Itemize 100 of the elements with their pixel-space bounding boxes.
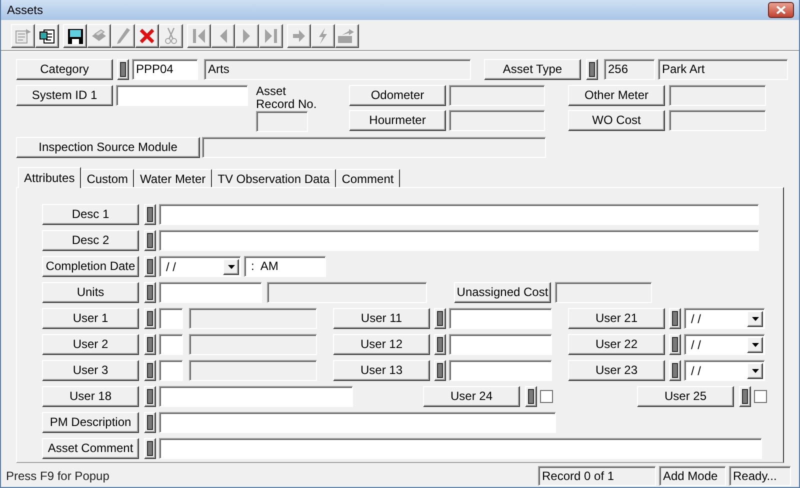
field-button[interactable]: User 13 <box>333 360 430 381</box>
field-button[interactable]: User 11 <box>333 308 430 329</box>
lookup-indicator[interactable] <box>525 386 537 407</box>
lookup-indicator[interactable] <box>144 230 156 251</box>
lookup-indicator[interactable] <box>144 438 156 459</box>
field-button[interactable]: Hourmeter <box>349 110 446 131</box>
input-field[interactable] <box>159 438 762 459</box>
time-field[interactable]: : AM <box>244 256 326 277</box>
field-button[interactable]: Inspection Source Module <box>16 137 200 158</box>
input-field[interactable] <box>159 282 262 303</box>
lookup-indicator[interactable] <box>434 334 446 355</box>
lookup-indicator[interactable] <box>144 386 156 407</box>
lookup-indicator[interactable] <box>117 59 129 80</box>
field-button[interactable]: Unassigned Cost <box>454 282 551 303</box>
close-button[interactable] <box>768 2 794 18</box>
input-field[interactable] <box>449 334 552 355</box>
field-button[interactable]: Asset Type <box>484 59 581 80</box>
tab[interactable]: Attributes <box>18 167 81 188</box>
toolbar-button[interactable] <box>35 24 59 48</box>
input-field[interactable] <box>159 360 183 381</box>
readonly-field[interactable]: Arts <box>204 59 471 80</box>
field-button[interactable]: Desc 2 <box>42 230 139 251</box>
date-dropdown[interactable]: / / <box>684 308 765 329</box>
field-button[interactable]: User 3 <box>42 360 139 381</box>
readonly-field[interactable] <box>202 137 546 158</box>
field-button[interactable]: User 22 <box>568 334 665 355</box>
field-button[interactable]: PM Description <box>42 412 139 433</box>
field-button[interactable]: User 18 <box>42 386 139 407</box>
next-record-icon <box>242 28 252 44</box>
input-field[interactable] <box>159 386 353 407</box>
tab[interactable]: Comment <box>336 169 400 187</box>
scissors-icon <box>164 27 178 45</box>
lookup-indicator[interactable] <box>144 334 156 355</box>
dropdown-arrow-icon <box>752 316 758 320</box>
input-field[interactable] <box>116 85 248 106</box>
tab[interactable]: Water Meter <box>134 169 212 187</box>
input-field[interactable] <box>449 308 552 329</box>
readonly-field[interactable]: 256 <box>604 59 655 80</box>
field-button[interactable]: Units <box>42 282 139 303</box>
field-button[interactable]: Asset Comment <box>42 438 139 459</box>
input-field[interactable] <box>159 230 759 251</box>
lookup-indicator[interactable] <box>669 308 681 329</box>
readonly-field[interactable] <box>189 308 317 329</box>
field-button[interactable]: User 24 <box>423 386 520 407</box>
readonly-field[interactable] <box>449 110 545 131</box>
lookup-indicator[interactable] <box>669 334 681 355</box>
readonly-field[interactable] <box>256 111 308 132</box>
readonly-field[interactable]: Park Art <box>658 59 788 80</box>
input-field[interactable] <box>159 412 556 433</box>
input-field[interactable] <box>159 334 183 355</box>
status-record: Record 0 of 1 <box>538 466 656 486</box>
lookup-indicator[interactable] <box>669 360 681 381</box>
dropdown-arrow-icon <box>752 368 758 372</box>
lookup-indicator[interactable] <box>144 282 156 303</box>
field-label: Asset Record No. <box>256 85 318 111</box>
readonly-field[interactable] <box>669 110 766 131</box>
tab[interactable]: Custom <box>80 169 134 187</box>
document-icon <box>14 28 32 44</box>
input-field[interactable] <box>159 204 759 225</box>
field-button[interactable]: User 25 <box>637 386 734 407</box>
readonly-field[interactable] <box>669 85 766 106</box>
readonly-field[interactable] <box>189 360 317 381</box>
toolbar-button[interactable] <box>63 24 87 48</box>
field-button[interactable]: Category <box>16 59 113 80</box>
readonly-field[interactable] <box>267 282 427 303</box>
lookup-indicator[interactable] <box>144 256 156 277</box>
field-button[interactable]: User 21 <box>568 308 665 329</box>
field-button[interactable]: User 12 <box>333 334 430 355</box>
field-button[interactable]: System ID 1 <box>16 85 113 106</box>
field-button[interactable]: User 2 <box>42 334 139 355</box>
field-button[interactable]: User 1 <box>42 308 139 329</box>
lookup-indicator[interactable] <box>144 204 156 225</box>
readonly-field[interactable] <box>189 334 317 355</box>
field-button[interactable]: User 23 <box>568 360 665 381</box>
readonly-field[interactable] <box>449 85 545 106</box>
input-field[interactable] <box>449 360 552 381</box>
readonly-field[interactable] <box>555 282 652 303</box>
date-dropdown[interactable]: / / <box>684 334 765 355</box>
input-field[interactable] <box>159 308 183 329</box>
lookup-indicator[interactable] <box>434 360 446 381</box>
field-button[interactable]: Odometer <box>349 85 446 106</box>
field-button[interactable]: WO Cost <box>568 110 665 131</box>
field-button[interactable]: Other Meter <box>568 85 665 106</box>
input-field[interactable]: PPP04 <box>132 59 198 80</box>
lookup-indicator[interactable] <box>144 360 156 381</box>
field-button[interactable]: Desc 1 <box>42 204 139 225</box>
status-mode: Add Mode <box>659 466 726 486</box>
lookup-indicator[interactable] <box>739 386 751 407</box>
tab[interactable]: TV Observation Data <box>212 169 336 187</box>
date-dropdown[interactable]: / / <box>159 256 241 277</box>
lookup-indicator[interactable] <box>586 59 598 80</box>
lookup-indicator[interactable] <box>144 308 156 329</box>
lookup-indicator[interactable] <box>144 412 156 433</box>
lookup-indicator[interactable] <box>434 308 446 329</box>
toolbar-button[interactable] <box>135 24 159 48</box>
checkbox[interactable] <box>754 390 767 403</box>
date-dropdown[interactable]: / / <box>684 360 765 381</box>
copy-icon <box>38 27 56 45</box>
checkbox[interactable] <box>540 390 553 403</box>
field-button[interactable]: Completion Date <box>42 256 139 277</box>
